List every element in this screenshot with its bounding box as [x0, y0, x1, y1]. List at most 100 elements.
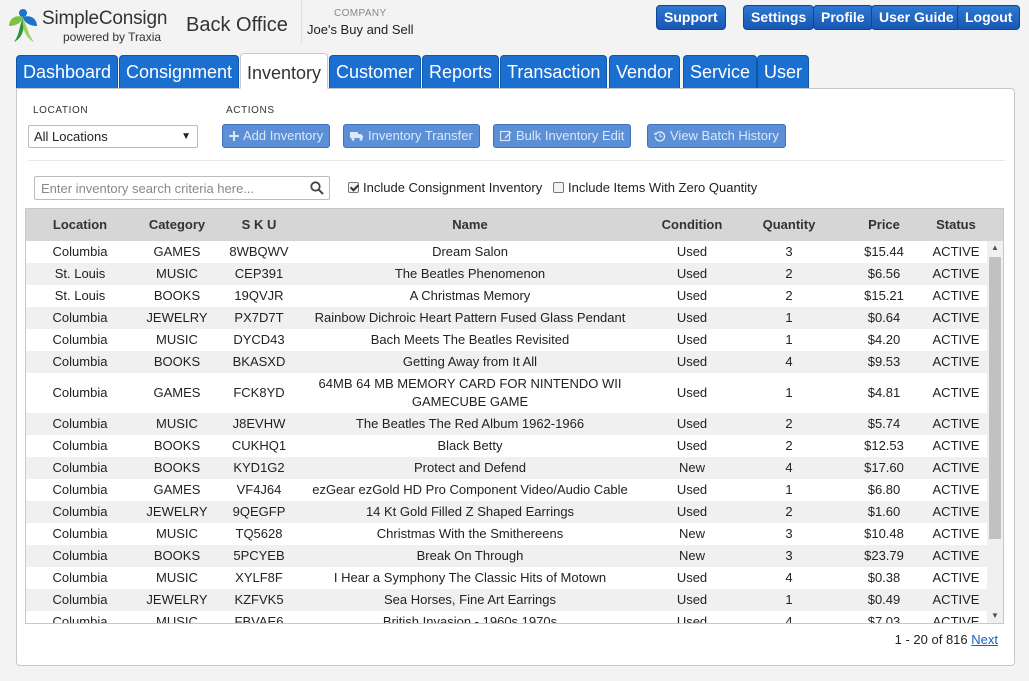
cell-condition: Used — [676, 504, 708, 519]
table-row[interactable]: Columbia MUSIC J8EVHW The Beatles The Red A… — [26, 413, 987, 435]
table-row[interactable]: Columbia JEWELRY KZFVK5 Sea Horses, Fine Ar… — [26, 589, 987, 611]
table-row[interactable]: Columbia BOOKS CUKHQ1 Black Betty Used 2 $12.5… — [26, 435, 987, 457]
table-row[interactable]: Columbia BOOKS 5PCYEB Break On Through New 3 $… — [26, 545, 987, 567]
cell-price: $15.44 — [864, 244, 904, 259]
tab-dashboard[interactable]: Dashboard — [16, 55, 119, 89]
cell-name: I Hear a Symphony The Classic Hits of Mo… — [333, 570, 607, 585]
cell-quantity: 1 — [785, 592, 793, 607]
table-row[interactable]: Columbia BOOKS BKASXD Getting Away from It … — [26, 351, 987, 373]
cell-quantity: 2 — [785, 416, 793, 431]
table-row[interactable]: Columbia BOOKS KYD1G2 Protect and Defend New… — [26, 457, 987, 479]
cell-price: $12.53 — [864, 438, 904, 453]
cell-condition: Used — [676, 244, 708, 259]
cell-status: ACTIVE — [932, 438, 980, 453]
cell-status: ACTIVE — [932, 266, 980, 281]
table-row[interactable]: Columbia MUSIC DYCD43 Bach Meets The Beatle… — [26, 329, 987, 351]
profile-button[interactable]: Profile — [813, 5, 873, 30]
table-row[interactable]: Columbia MUSIC XYLF8F I Hear a Symphony The… — [26, 567, 987, 589]
tab-service[interactable]: Service — [683, 55, 758, 89]
tab-customer[interactable]: Customer — [329, 55, 422, 89]
cell-sku: DYCD43 — [233, 332, 285, 347]
cell-name: Break On Through — [416, 548, 524, 563]
cell-sku: CUKHQ1 — [231, 438, 287, 453]
cell-location: St. Louis — [54, 288, 106, 303]
column-header-sku[interactable]: S K U — [223, 209, 295, 241]
checkbox-unchecked-icon[interactable] — [553, 182, 564, 193]
cell-sku: 5PCYEB — [233, 548, 285, 563]
tab-reports[interactable]: Reports — [422, 55, 500, 89]
table-body: Columbia GAMES 8WBQWV Dream Salon Used 3 $15.4… — [26, 241, 987, 624]
cell-status: ACTIVE — [932, 310, 980, 325]
cell-category: MUSIC — [156, 266, 198, 281]
cell-location: Columbia — [52, 592, 108, 607]
next-page-link[interactable]: Next — [971, 632, 998, 647]
cell-price: $6.56 — [867, 266, 901, 281]
view-batch-history-button[interactable]: View Batch History — [647, 124, 786, 148]
bulk-inventory-edit-label: Bulk Inventory Edit — [516, 128, 625, 143]
table-row[interactable]: St. Louis BOOKS 19QVJR A Christmas Memory Us… — [26, 285, 987, 307]
cell-category: BOOKS — [153, 288, 201, 303]
bulk-inventory-edit-button[interactable]: Bulk Inventory Edit — [493, 124, 632, 148]
cell-condition: Used — [676, 266, 708, 281]
cell-status: ACTIVE — [932, 570, 980, 585]
user-guide-button[interactable]: User Guide — [871, 5, 962, 30]
scrollbar-thumb[interactable] — [989, 257, 1001, 539]
column-header-quantity[interactable]: Quantity — [748, 209, 830, 241]
table-scrollbar[interactable]: ▲ ▼ — [987, 241, 1003, 623]
cell-name: Sea Horses, Fine Art Earrings — [384, 592, 556, 607]
table-row[interactable]: Columbia GAMES 8WBQWV Dream Salon Used 3 $15.4… — [26, 241, 987, 263]
table-row[interactable]: Columbia JEWELRY 9QEGFP 14 Kt Gold Filled Z… — [26, 501, 987, 523]
cell-condition: Used — [676, 438, 708, 453]
column-header-status[interactable]: Status — [924, 209, 988, 241]
include-consignment-label: Include Consignment Inventory — [363, 180, 543, 195]
cell-condition: Used — [676, 354, 708, 369]
cell-name: 14 Kt Gold Filled Z Shaped Earrings — [365, 504, 575, 519]
add-inventory-button[interactable]: Add Inventory — [222, 124, 331, 148]
table-row[interactable]: Columbia MUSIC FBVAE6 British Invasion - 19… — [26, 611, 987, 624]
cell-location: Columbia — [52, 244, 108, 259]
table-row[interactable]: Columbia GAMES VF4J64 ezGear ezGold HD Pro … — [26, 479, 987, 501]
table-row[interactable]: Columbia JEWELRY PX7D7T Rainbow Dichroic He… — [26, 307, 987, 329]
tab-consignment[interactable]: Consignment — [119, 55, 240, 89]
include-zero-quantity-checkbox[interactable]: Include Items With Zero Quantity — [553, 180, 757, 195]
include-consignment-checkbox[interactable]: Include Consignment Inventory — [348, 180, 542, 195]
cell-price: $15.21 — [864, 288, 904, 303]
location-select[interactable]: All Locations ▼ — [28, 125, 198, 148]
tab-transaction[interactable]: Transaction — [500, 55, 608, 89]
scroll-down-icon[interactable]: ▼ — [987, 609, 1003, 623]
tab-inventory[interactable]: Inventory — [240, 53, 329, 89]
cell-condition: Used — [676, 416, 708, 431]
inventory-transfer-button[interactable]: Inventory Transfer — [343, 124, 480, 148]
search-icon[interactable] — [310, 181, 324, 195]
support-button[interactable]: Support — [656, 5, 726, 30]
cell-category: JEWELRY — [146, 310, 208, 325]
cell-location: Columbia — [52, 548, 108, 563]
cell-condition: New — [678, 526, 705, 541]
company-name: Joe's Buy and Sell — [307, 22, 414, 37]
table-row[interactable]: St. Louis MUSIC CEP391 The Beatles Phenomen… — [26, 263, 987, 285]
column-header-name[interactable]: Name — [308, 209, 632, 241]
logout-button[interactable]: Logout — [957, 5, 1021, 30]
column-header-condition[interactable]: Condition — [649, 209, 735, 241]
checkbox-checked-icon[interactable] — [348, 182, 359, 193]
cell-quantity: 2 — [785, 504, 793, 519]
tab-user[interactable]: User — [757, 55, 810, 89]
cell-location: Columbia — [52, 614, 108, 624]
cell-location: Columbia — [52, 460, 108, 475]
tab-vendor[interactable]: Vendor — [609, 55, 681, 89]
table-row[interactable]: Columbia MUSIC TQ5628 Christmas With the Sm… — [26, 523, 987, 545]
table-row[interactable]: Columbia GAMES FCK8YD 64MB 64 MB MEMORY CAR… — [26, 373, 987, 413]
column-header-category[interactable]: Category — [131, 209, 223, 241]
cell-sku: FCK8YD — [233, 385, 285, 400]
column-header-price[interactable]: Price — [844, 209, 924, 241]
cell-quantity: 3 — [785, 548, 793, 563]
scroll-up-icon[interactable]: ▲ — [987, 241, 1003, 255]
cell-category: JEWELRY — [146, 592, 208, 607]
cell-name: Bach Meets The Beatles Revisited — [370, 332, 570, 347]
column-header-location[interactable]: Location — [38, 209, 122, 241]
search-input[interactable]: Enter inventory search criteria here... — [34, 176, 330, 200]
settings-button[interactable]: Settings — [743, 5, 815, 30]
cell-condition: Used — [676, 592, 708, 607]
cell-name: ezGear ezGold HD Pro Component Video/Aud… — [312, 482, 628, 497]
cell-sku: XYLF8F — [235, 570, 283, 585]
